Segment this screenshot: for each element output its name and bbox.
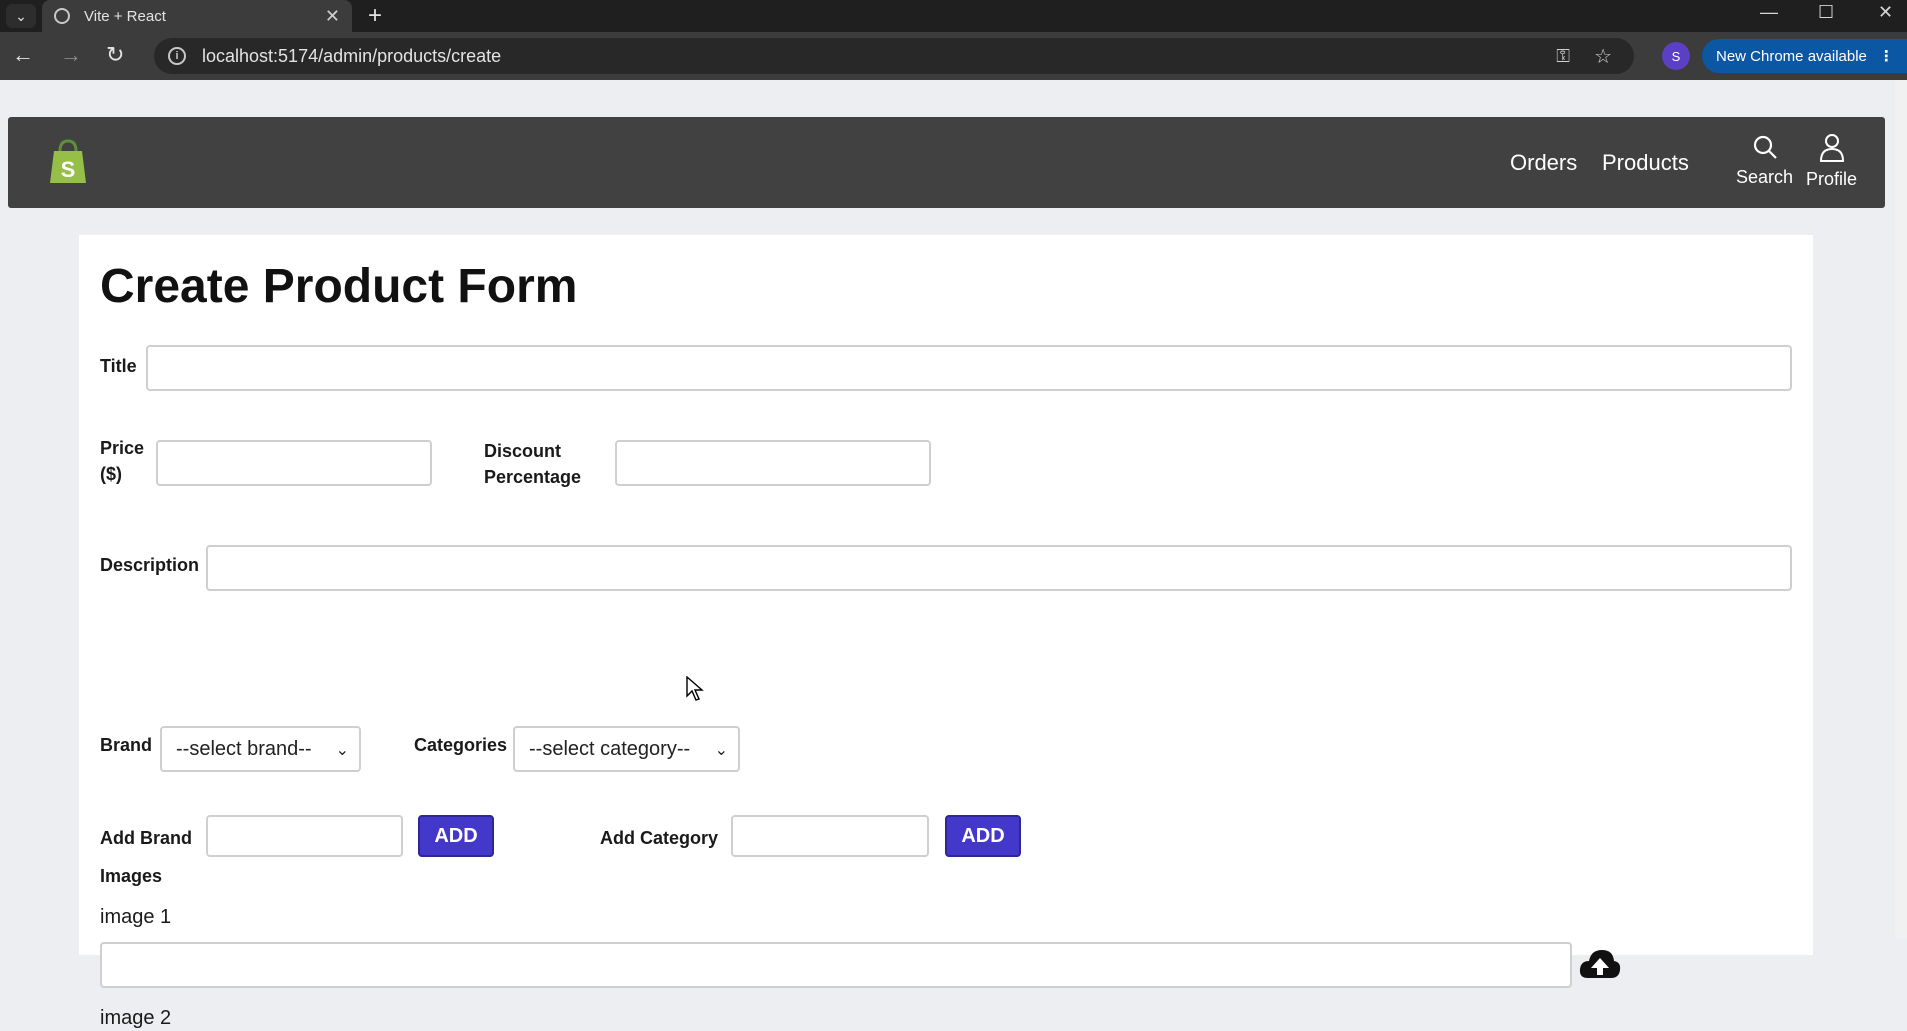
page-title: Create Product Form [100,260,578,313]
url-text: localhost:5174/admin/products/create [202,45,502,66]
description-label: Description [100,555,200,575]
price-label-line1: Price [100,438,145,458]
new-tab-button[interactable]: + [368,2,382,30]
brand-label: Brand [100,735,153,755]
shopify-logo-icon[interactable]: S [46,137,90,185]
category-select[interactable]: --select category-- ⌄ [513,726,740,772]
price-input[interactable] [156,440,432,486]
globe-icon [54,8,70,24]
scrollbar[interactable] [1895,80,1907,938]
browser-tab[interactable]: Vite + React ✕ [42,0,352,32]
password-key-icon[interactable]: ⚿ [1556,46,1570,67]
images-label: Images [100,866,163,886]
back-arrow-icon[interactable]: ← [12,44,34,66]
chevron-down-icon: ⌄ [714,742,728,759]
mouse-cursor-icon [686,676,704,701]
discount-label-line1: Discount [484,441,562,461]
site-info-icon[interactable]: i [168,47,186,65]
discount-label-line2: Percentage [484,467,582,487]
add-category-button[interactable]: ADD [945,815,1021,857]
categories-label: Categories [414,735,508,755]
add-category-input[interactable] [731,815,929,857]
nav-profile[interactable]: Profile [1806,133,1857,190]
category-select-value: --select category-- [529,737,691,760]
address-bar[interactable]: i localhost:5174/admin/products/create ⚿… [154,38,1634,74]
title-label: Title [100,356,137,376]
nav-orders-link[interactable]: Orders [1510,150,1577,176]
add-brand-label: Add Brand [100,828,192,848]
close-window-icon[interactable]: ✕ [1878,2,1893,23]
profile-avatar[interactable]: S [1662,42,1690,70]
title-input[interactable] [146,345,1792,391]
discount-input[interactable] [615,440,931,486]
image1-url-input[interactable] [100,942,1572,988]
image1-label: image 1 [100,906,172,928]
browser-toolbar: ← → ↻ i localhost:5174/admin/products/cr… [0,32,1907,80]
user-icon [1819,134,1844,162]
cloud-upload-icon[interactable] [1578,946,1622,982]
update-chrome-label: New Chrome available [1716,47,1867,65]
nav-profile-label: Profile [1806,169,1858,189]
nav-search-label: Search [1736,167,1794,187]
tab-title: Vite + React [84,7,166,25]
brand-select[interactable]: --select brand-- ⌄ [160,726,361,772]
image2-label: image 2 [100,1007,172,1029]
app-navbar: S Orders Products Search Profile [8,117,1885,208]
svg-text:S: S [61,157,76,182]
menu-dots-icon[interactable]: ⋮ [1879,47,1894,65]
brand-select-value: --select brand-- [176,737,312,760]
search-icon [1753,135,1777,159]
browser-tab-bar: ⌄ Vite + React ✕ + — ☐ ✕ [0,0,1907,32]
chevron-down-icon: ⌄ [335,742,349,759]
create-product-form: Create Product Form Title Price ($) Disc… [79,235,1813,1029]
add-brand-input[interactable] [206,815,403,857]
nav-products-link[interactable]: Products [1602,150,1689,176]
forward-arrow-icon[interactable]: → [60,44,82,66]
update-chrome-button[interactable]: New Chrome available ⋮ [1702,39,1907,73]
close-tab-icon[interactable]: ✕ [325,6,340,27]
add-brand-button[interactable]: ADD [418,815,494,857]
page-viewport: S Orders Products Search Profile Create … [0,80,1907,1029]
reload-icon[interactable]: ↻ [106,44,124,66]
minimize-icon[interactable]: — [1760,2,1778,23]
description-input[interactable] [206,545,1792,591]
price-label-line2: ($) [100,464,122,484]
add-category-label: Add Category [600,828,719,848]
tab-search-dropdown-button[interactable]: ⌄ [6,4,36,28]
bookmark-star-icon[interactable]: ☆ [1594,44,1612,69]
maximize-icon[interactable]: ☐ [1818,2,1834,23]
nav-search[interactable]: Search [1736,133,1793,188]
